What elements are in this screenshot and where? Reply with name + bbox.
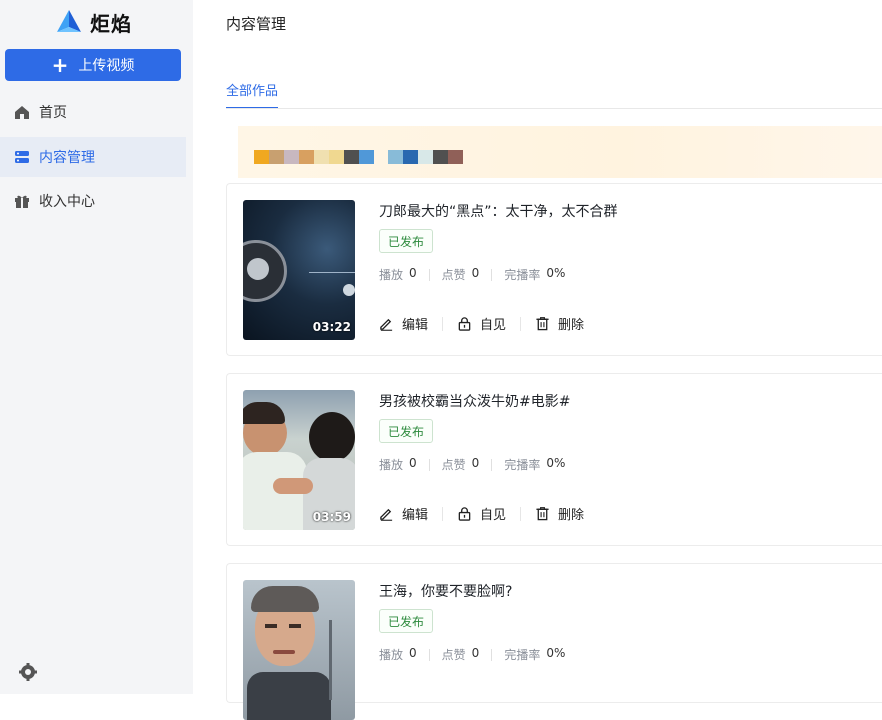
- edit-label: 编辑: [402, 318, 429, 333]
- delete-label: 删除: [558, 508, 585, 523]
- notice-swatch: [359, 150, 374, 164]
- notice-swatch: [374, 150, 388, 164]
- sidebar: 炬焰 + 上传视频 首页 内容管理 收入中心: [0, 0, 193, 694]
- notice-swatch: [403, 150, 418, 164]
- logo-text: 炬焰: [90, 11, 132, 36]
- completion-label: 完播率: [504, 648, 541, 662]
- like-count: 0: [471, 646, 480, 660]
- sidebar-item-label: 收入中心: [39, 194, 95, 210]
- plus-icon: +: [51, 53, 69, 77]
- status-badge: 已发布: [379, 229, 434, 253]
- like-count: 0: [471, 266, 480, 280]
- like-label: 点赞: [441, 648, 466, 662]
- upload-video-button[interactable]: + 上传视频: [5, 49, 181, 81]
- completion-rate: 0%: [546, 266, 566, 280]
- main-content: 内容管理 全部作品 03:22 刀郎最大的“黑点”：太干净，太不合群 已发布 播…: [193, 0, 882, 720]
- home-icon: [14, 104, 30, 120]
- trash-icon: [536, 507, 549, 521]
- sidebar-item-income[interactable]: 收入中心: [0, 181, 186, 221]
- notice-swatch: [314, 150, 329, 164]
- visibility-label: 自见: [480, 318, 507, 333]
- delete-label: 删除: [558, 318, 585, 333]
- notice-swatch: [433, 150, 448, 164]
- video-stats: 播放 0 点赞 0 完播率 0%: [379, 266, 565, 283]
- sidebar-item-label: 内容管理: [39, 150, 95, 166]
- sidebar-item-label: 首页: [39, 105, 67, 121]
- video-thumbnail[interactable]: 03:22: [243, 200, 355, 340]
- completion-label: 完播率: [504, 268, 541, 282]
- notice-swatch: [344, 150, 359, 164]
- video-duration: 03:59: [312, 510, 351, 524]
- upload-label: 上传视频: [78, 58, 135, 74]
- video-thumbnail[interactable]: [243, 580, 355, 720]
- gift-icon: [14, 193, 30, 209]
- notice-swatch: [299, 150, 314, 164]
- video-card: 03:59 男孩被校霸当众泼牛奶#电影# 已发布 播放 0 点赞 0 完播率 0% 编…: [226, 373, 882, 546]
- visibility-button[interactable]: 自见: [457, 504, 506, 523]
- notice-swatch: [269, 150, 284, 164]
- video-title[interactable]: 男孩被校霸当众泼牛奶#电影#: [379, 391, 570, 411]
- sidebar-item-home[interactable]: 首页: [0, 92, 186, 132]
- notice-swatch: [448, 150, 463, 164]
- like-label: 点赞: [441, 268, 466, 282]
- play-label: 播放: [379, 268, 404, 282]
- video-stats: 播放 0 点赞 0 完播率 0%: [379, 456, 565, 473]
- like-label: 点赞: [441, 458, 466, 472]
- play-label: 播放: [379, 648, 404, 662]
- edit-label: 编辑: [402, 508, 429, 523]
- play-count: 0: [409, 456, 417, 470]
- delete-button[interactable]: 删除: [535, 314, 584, 333]
- edit-button[interactable]: 编辑: [379, 314, 428, 333]
- like-count: 0: [471, 456, 480, 470]
- edit-button[interactable]: 编辑: [379, 504, 428, 523]
- app-logo[interactable]: 炬焰: [56, 8, 132, 36]
- sidebar-item-content[interactable]: 内容管理: [0, 137, 186, 177]
- pencil-icon: [380, 508, 393, 521]
- pencil-icon: [380, 318, 393, 331]
- completion-label: 完播率: [504, 458, 541, 472]
- video-actions: 编辑 自见 删除: [379, 314, 584, 333]
- tab-all-works[interactable]: 全部作品: [226, 80, 279, 109]
- video-thumbnail[interactable]: 03:59: [243, 390, 355, 530]
- visibility-label: 自见: [480, 508, 507, 523]
- content-icon: [14, 149, 30, 165]
- video-title[interactable]: 刀郎最大的“黑点”：太干净，太不合群: [379, 201, 618, 221]
- status-badge: 已发布: [379, 609, 434, 633]
- notice-swatch: [418, 150, 433, 164]
- video-stats: 播放 0 点赞 0 完播率 0%: [379, 646, 565, 663]
- notice-swatch: [284, 150, 299, 164]
- visibility-button[interactable]: 自见: [457, 314, 506, 333]
- play-label: 播放: [379, 458, 404, 472]
- delete-button[interactable]: 删除: [535, 504, 584, 523]
- video-actions: 编辑 自见 删除: [379, 504, 584, 523]
- tab-divider: [226, 108, 882, 109]
- play-count: 0: [409, 646, 417, 660]
- notice-swatch: [329, 150, 344, 164]
- video-card: 王海，你要不要脸啊? 已发布 播放 0 点赞 0 完播率 0%: [226, 563, 882, 720]
- status-badge: 已发布: [379, 419, 434, 443]
- notice-swatches: [254, 150, 463, 164]
- flame-logo-icon: [57, 10, 81, 32]
- lock-icon: [458, 507, 471, 521]
- page-title: 内容管理: [226, 15, 287, 33]
- video-card: 03:22 刀郎最大的“黑点”：太干净，太不合群 已发布 播放 0 点赞 0 完播率…: [226, 183, 882, 356]
- completion-rate: 0%: [546, 646, 566, 660]
- video-duration: 03:22: [312, 320, 351, 334]
- lock-icon: [458, 317, 471, 331]
- video-title[interactable]: 王海，你要不要脸啊?: [379, 581, 512, 601]
- notice-swatch: [254, 150, 269, 164]
- trash-icon: [536, 317, 549, 331]
- play-count: 0: [409, 266, 417, 280]
- notice-banner: [238, 126, 882, 178]
- gear-icon[interactable]: [18, 662, 38, 682]
- notice-swatch: [388, 150, 403, 164]
- completion-rate: 0%: [546, 456, 566, 470]
